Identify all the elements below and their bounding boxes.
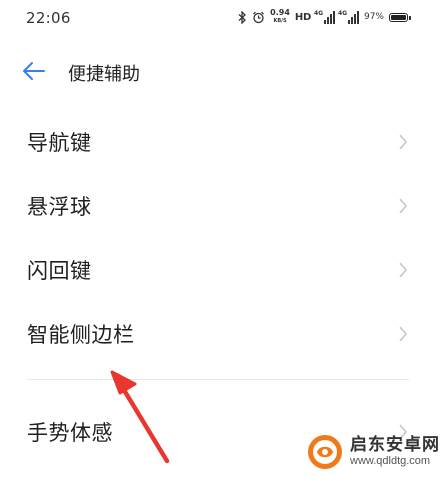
settings-item-label: 智能侧边栏: [27, 323, 135, 347]
alarm-clock-icon: [252, 11, 265, 24]
hd-label: HD: [294, 11, 311, 23]
chevron-right-icon: [399, 198, 407, 214]
network-speed-value: 0.94: [270, 8, 290, 17]
back-button[interactable]: [22, 60, 48, 82]
settings-item-flashback-key[interactable]: 闪回键: [0, 238, 448, 302]
page-header: 便捷辅助: [0, 52, 448, 92]
status-bar: 22:06 0.94 KB/S HD 4G 4G 97%: [0, 0, 448, 36]
watermark-name: 启东安卓网: [350, 435, 440, 455]
sim2-network-label: 4G: [337, 9, 348, 17]
chevron-right-icon: [399, 326, 407, 342]
settings-item-label: 悬浮球: [27, 195, 92, 219]
status-icons: 0.94 KB/S HD 4G 4G 97%: [238, 7, 411, 27]
chevron-right-icon: [399, 262, 407, 278]
chevron-right-icon: [399, 134, 407, 150]
watermark: 启东安卓网 www.qdldtg.com: [306, 433, 440, 471]
settings-item-navigation-keys[interactable]: 导航键: [0, 110, 448, 174]
battery-percent: 97%: [363, 12, 384, 22]
sim2-signal-icon: 4G: [337, 9, 359, 24]
settings-item-label: 闪回键: [27, 259, 92, 283]
settings-item-smart-sidebar[interactable]: 智能侧边栏: [0, 302, 448, 366]
status-time: 22:06: [26, 9, 71, 27]
settings-list: 导航键 悬浮球 闪回键 智能侧边栏: [0, 110, 448, 366]
network-speed-unit: KB/S: [273, 18, 287, 24]
watermark-url: www.qdldtg.com: [350, 455, 431, 467]
back-arrow-icon: [23, 62, 45, 80]
page-title: 便捷辅助: [68, 64, 140, 85]
bluetooth-icon: [238, 10, 247, 24]
watermark-logo-icon: [308, 435, 342, 469]
settings-item-label: 手势体感: [27, 421, 113, 445]
section-divider: [27, 379, 409, 380]
settings-item-label: 导航键: [27, 131, 92, 155]
battery-icon: [389, 12, 411, 22]
sim1-network-label: 4G: [313, 9, 324, 17]
settings-item-floating-ball[interactable]: 悬浮球: [0, 174, 448, 238]
sim1-signal-icon: 4G: [313, 9, 335, 24]
network-speed: 0.94 KB/S: [270, 9, 290, 25]
